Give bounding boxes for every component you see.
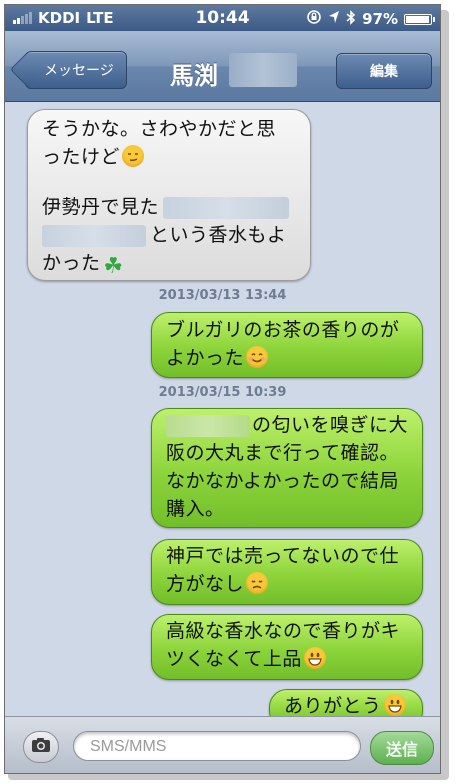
disappointed-emoji-icon (246, 572, 269, 594)
edit-button[interactable]: 編集 (336, 53, 432, 89)
nav-bar: メッセージ 馬渕 編集 (5, 31, 440, 102)
message-line: そうかな。さわやかだと思 (42, 118, 277, 140)
message-bubble-outgoing[interactable]: 神戸では売ってないので仕 方がなし (151, 539, 423, 605)
status-bar: KDDI LTE 10:44 97% (5, 5, 440, 31)
message-line: 阪の大丸まで行って確認。 (166, 442, 400, 464)
send-button[interactable]: 送信 (370, 731, 434, 765)
redacted-text (163, 196, 290, 219)
redacted-text (42, 224, 146, 247)
message-line: という香水もよ (42, 221, 296, 249)
camera-icon (31, 737, 51, 757)
message-line: 伊勢丹で見た (42, 193, 296, 221)
message-line: なかなかよかったので結局 (166, 470, 400, 492)
message-line: 購入。 (166, 498, 225, 520)
location-icon (328, 10, 340, 28)
redacted-text (166, 414, 250, 437)
message-bubble-outgoing[interactable]: の匂いを嗅ぎに大 阪の大丸まで行って確認。 なかなかよかったので結局 購入。 (151, 408, 423, 528)
battery-icon (404, 13, 435, 25)
contact-name: 馬渕 (170, 62, 218, 90)
message-line: かった ☘ (42, 252, 124, 279)
message-line: ブルガリのお茶の香りのが (166, 319, 400, 341)
battery-percent: 97% (362, 10, 398, 28)
bluetooth-icon (346, 9, 356, 29)
grin-emoji-icon (383, 694, 406, 716)
message-line: ツくなくて上品 (166, 645, 408, 673)
message-bubble-incoming[interactable]: そうかな。さわやかだと思 ったけど 伊勢丹で見た という香水もよ かった ☘ (27, 109, 311, 281)
message-line-blank (42, 171, 296, 193)
message-line: よかった (166, 344, 408, 372)
status-right: 97% (306, 9, 435, 29)
redacted-name (229, 53, 297, 87)
message-line: 神戸では売ってないので仕 (166, 545, 400, 567)
back-button-label: メッセージ (44, 63, 114, 79)
message-timestamp: 2013/03/15 10:39 (158, 385, 287, 400)
smirk-emoji-icon (122, 145, 145, 167)
message-bubble-outgoing[interactable]: ブルガリのお茶の香りのが よかった (151, 312, 423, 378)
camera-button[interactable] (23, 731, 59, 763)
grin-emoji-icon (303, 647, 326, 669)
back-button[interactable]: メッセージ (25, 51, 127, 89)
message-bubble-outgoing[interactable]: 高級な香水なので香りがキ ツくなくて上品 (151, 614, 423, 680)
smile-emoji-icon (246, 346, 269, 368)
rotation-lock-icon (306, 9, 322, 29)
message-input[interactable]: SMS/MMS (73, 731, 361, 761)
compose-bar: SMS/MMS 送信 (5, 716, 440, 773)
message-line: 方がなし (166, 570, 408, 598)
message-line: の匂いを嗅ぎに大 (166, 411, 408, 439)
message-timestamp: 2013/03/13 13:44 (158, 288, 287, 303)
message-line: 高級な香水なので香りがキ (166, 620, 401, 642)
message-line: ったけど (42, 143, 296, 171)
send-button-label: 送信 (385, 740, 418, 759)
edit-button-label: 編集 (370, 64, 398, 80)
clover-emoji-icon: ☘ (103, 254, 124, 279)
phone-screen: KDDI LTE 10:44 97% メッセージ 馬渕 編集 そうかな。さわやか… (4, 4, 441, 774)
